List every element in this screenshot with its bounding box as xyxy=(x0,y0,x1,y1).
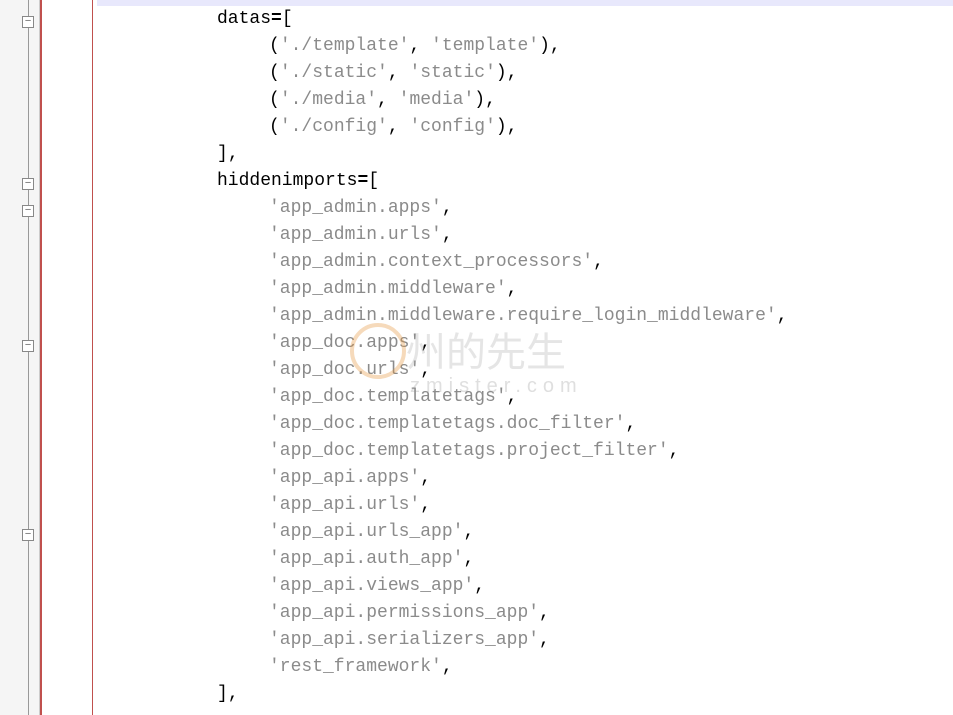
code-line[interactable]: 'app_doc.apps', xyxy=(97,330,953,357)
code-line[interactable]: 'app_api.permissions_app', xyxy=(97,600,953,627)
code-line[interactable]: datas=[ xyxy=(97,6,953,33)
code-line[interactable]: 'app_admin.middleware', xyxy=(97,276,953,303)
code-line[interactable]: 'app_admin.context_processors', xyxy=(97,249,953,276)
code-line[interactable]: 'app_admin.urls', xyxy=(97,222,953,249)
code-line[interactable]: ('./config', 'config'), xyxy=(97,114,953,141)
code-line[interactable]: 'app_admin.middleware.require_login_midd… xyxy=(97,303,953,330)
fold-toggle-icon[interactable] xyxy=(22,205,34,217)
code-line[interactable]: 'app_api.urls', xyxy=(97,492,953,519)
code-line[interactable]: 'app_doc.templatetags', xyxy=(97,384,953,411)
code-line[interactable]: 'app_doc.urls', xyxy=(97,357,953,384)
fold-toggle-icon[interactable] xyxy=(22,340,34,352)
code-line[interactable]: 'app_api.serializers_app', xyxy=(97,627,953,654)
code-line[interactable]: ], xyxy=(97,681,953,708)
code-line[interactable]: 'rest_framework', xyxy=(97,654,953,681)
code-line[interactable]: 'app_api.auth_app', xyxy=(97,546,953,573)
code-line[interactable]: 'app_doc.templatetags.project_filter', xyxy=(97,438,953,465)
code-line[interactable]: 'app_api.apps', xyxy=(97,465,953,492)
code-line[interactable]: 'app_doc.templatetags.doc_filter', xyxy=(97,411,953,438)
gutter xyxy=(0,0,40,715)
fold-toggle-icon[interactable] xyxy=(22,16,34,28)
code-line[interactable]: 'app_api.views_app', xyxy=(97,573,953,600)
code-line[interactable]: ], xyxy=(97,141,953,168)
code-editor: datas=[('./template', 'template'),('./st… xyxy=(0,0,953,715)
fold-guide-line xyxy=(28,0,29,715)
margin-gap xyxy=(42,0,92,715)
fold-toggle-icon[interactable] xyxy=(22,529,34,541)
code-line[interactable]: ('./template', 'template'), xyxy=(97,33,953,60)
code-area[interactable]: datas=[('./template', 'template'),('./st… xyxy=(93,0,953,715)
code-line[interactable]: ('./media', 'media'), xyxy=(97,87,953,114)
code-line[interactable]: 'app_api.urls_app', xyxy=(97,519,953,546)
code-line[interactable]: 'app_admin.apps', xyxy=(97,195,953,222)
fold-toggle-icon[interactable] xyxy=(22,178,34,190)
code-line[interactable]: ('./static', 'static'), xyxy=(97,60,953,87)
code-line[interactable]: hiddenimports=[ xyxy=(97,168,953,195)
